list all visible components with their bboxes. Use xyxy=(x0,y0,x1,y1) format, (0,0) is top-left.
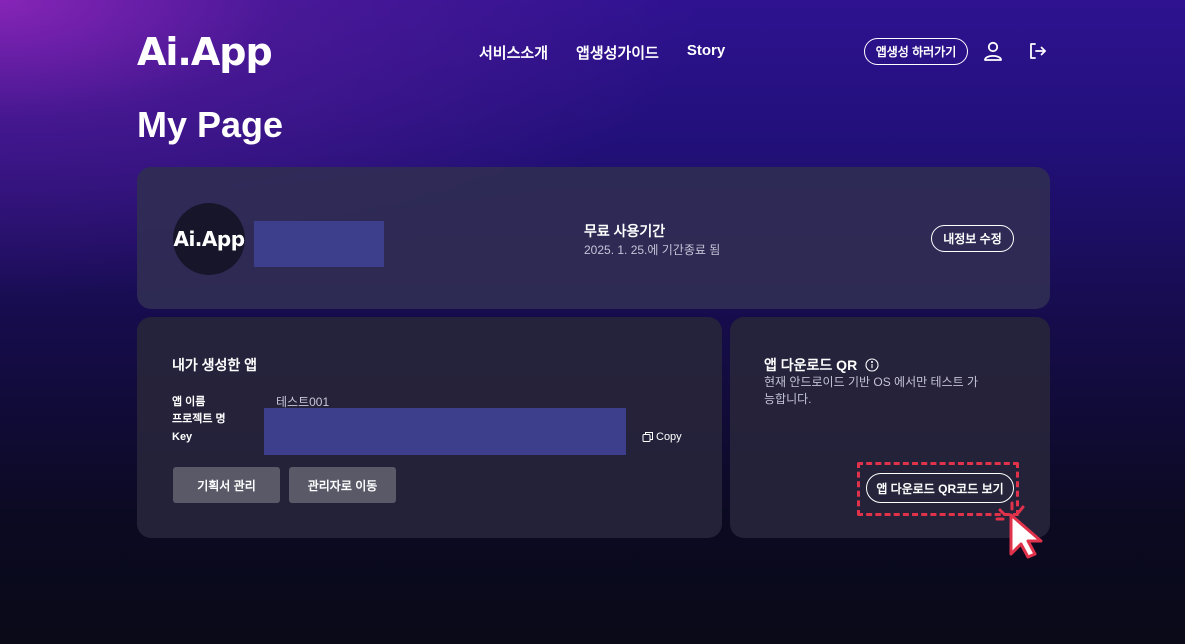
qr-description: 현재 안드로이드 기반 OS 에서만 테스트 가능합니다. xyxy=(764,375,978,406)
key-redacted xyxy=(264,408,626,455)
nav-story[interactable]: Story xyxy=(687,42,725,63)
page-title: My Page xyxy=(137,104,284,145)
info-icon[interactable] xyxy=(865,358,879,372)
my-apps-title: 내가 생성한 앱 xyxy=(172,357,258,373)
free-period-expiry: 2025. 1. 25.에 기간종료 됨 xyxy=(584,243,721,257)
free-period-title: 무료 사용기간 xyxy=(584,223,666,239)
logout-icon[interactable] xyxy=(1026,40,1048,62)
manage-plan-button[interactable]: 기획서 관리 xyxy=(173,467,280,503)
qr-title-text: 앱 다운로드 QR xyxy=(764,357,858,373)
project-name-label: 프로젝트 명 xyxy=(172,413,226,425)
show-qr-button[interactable]: 앱 다운로드 QR코드 보기 xyxy=(866,473,1014,503)
copy-label: Copy xyxy=(656,431,682,443)
qr-title: 앱 다운로드 QR xyxy=(764,355,879,375)
main-nav: 서비스소개 앱생성가이드 Story xyxy=(479,42,725,63)
user-icon[interactable] xyxy=(982,40,1004,62)
profile-card: Ai.App 무료 사용기간 2025. 1. 25.에 기간종료 됨 내정보 … xyxy=(137,167,1050,309)
key-label: Key xyxy=(172,431,193,443)
logo[interactable]: Ai.App xyxy=(137,30,273,74)
edit-profile-button[interactable]: 내정보 수정 xyxy=(931,225,1014,252)
copy-button[interactable]: Copy xyxy=(642,431,682,443)
nav-service-intro[interactable]: 서비스소개 xyxy=(479,42,548,63)
my-apps-card: 내가 생성한 앱 앱 이름 프로젝트 명 Key 테스트001 Copy 기획서… xyxy=(137,317,722,538)
app-name-label: 앱 이름 xyxy=(172,396,206,408)
avatar: Ai.App xyxy=(173,203,245,275)
nav-app-guide[interactable]: 앱생성가이드 xyxy=(576,42,659,63)
pointer-cursor-icon xyxy=(993,499,1047,559)
create-app-button[interactable]: 앱생성 하러가기 xyxy=(864,38,968,65)
go-to-admin-button[interactable]: 관리자로 이동 xyxy=(289,467,396,503)
username-redacted xyxy=(254,221,384,267)
copy-icon xyxy=(642,432,653,442)
